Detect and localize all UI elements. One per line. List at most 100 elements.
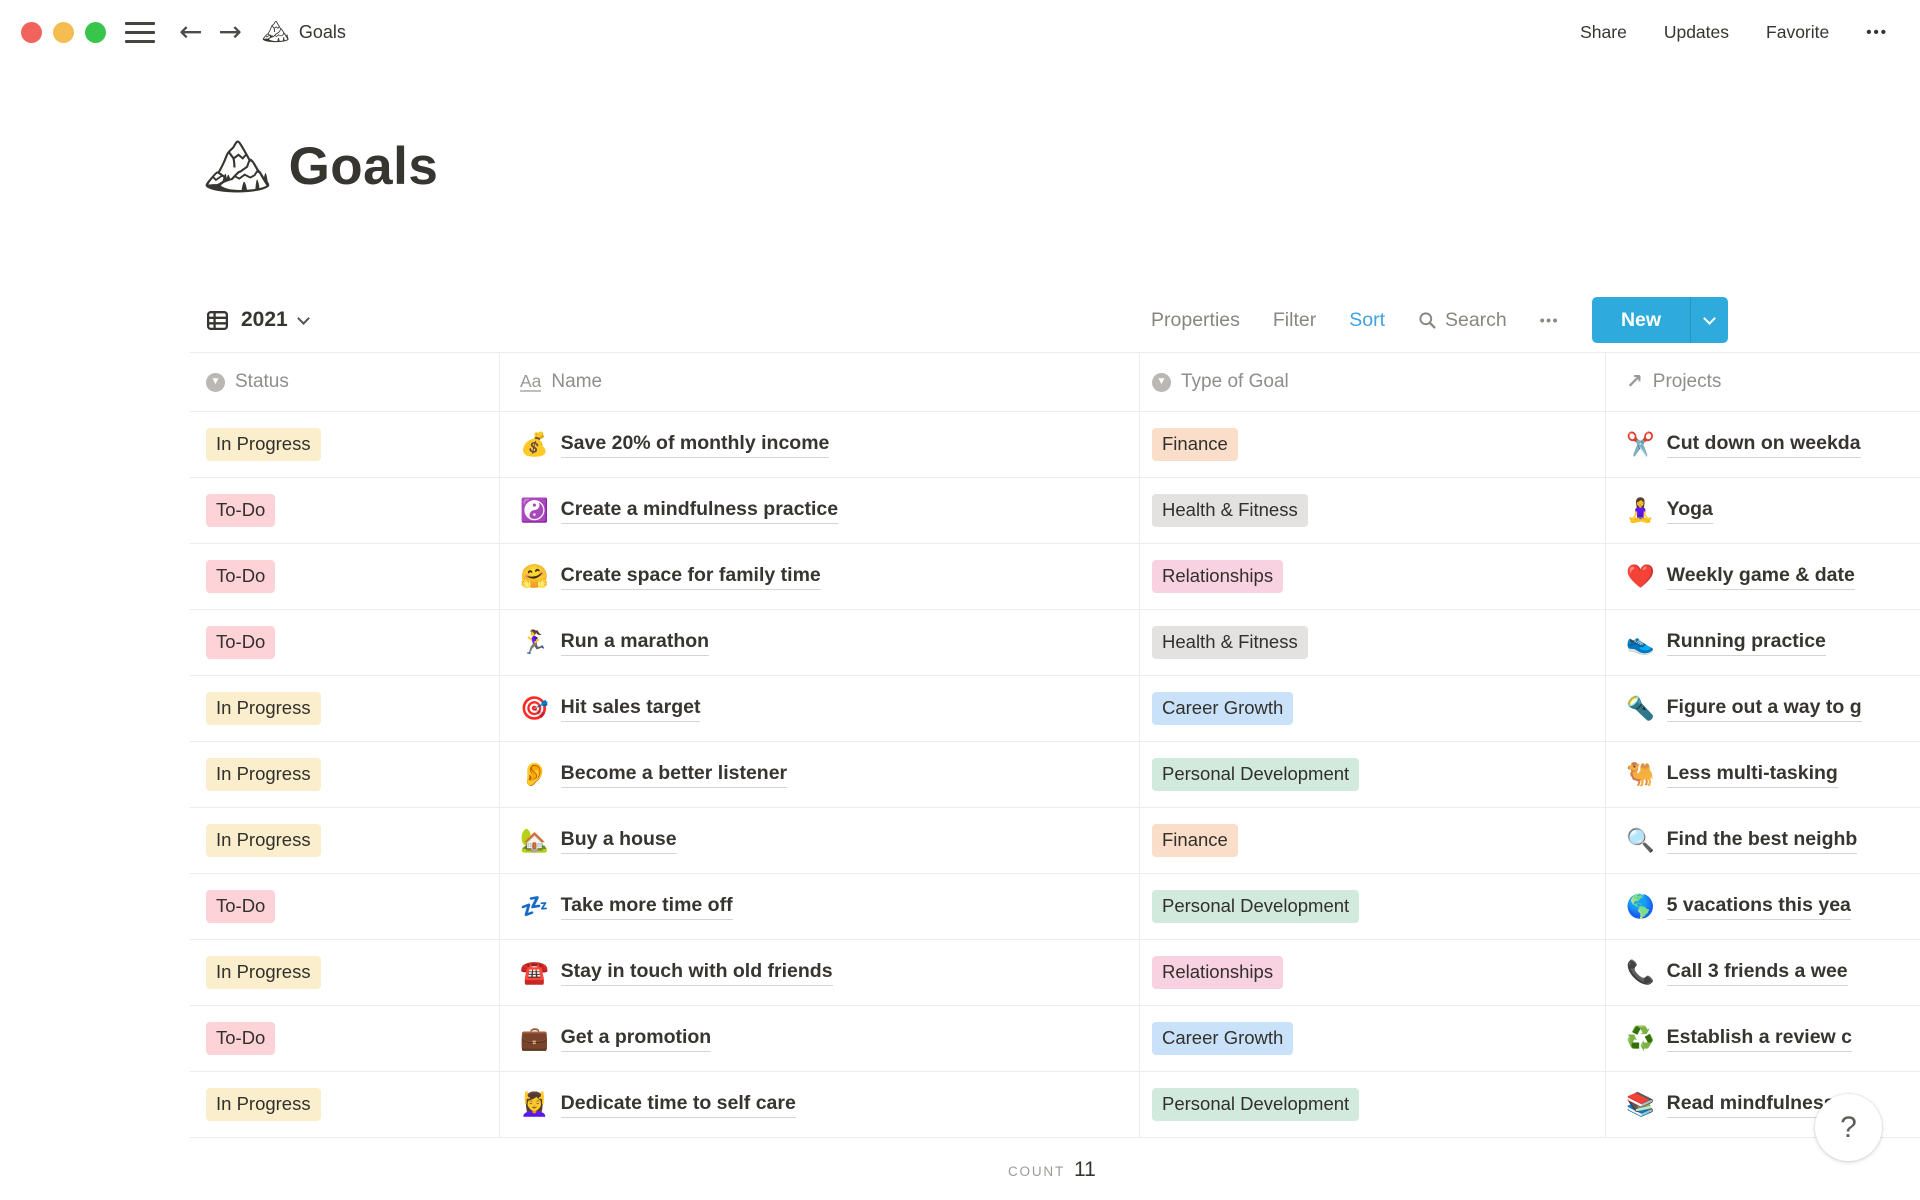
more-options-icon[interactable]: ••• — [1866, 24, 1888, 41]
name-cell[interactable]: 🎯 Hit sales target — [500, 676, 1140, 741]
properties-button[interactable]: Properties — [1151, 309, 1240, 332]
projects-cell[interactable]: ♻️ Establish a review c — [1606, 1006, 1920, 1071]
goal-page-link[interactable]: Take more time off — [560, 894, 733, 920]
project-page-link[interactable]: Figure out a way to g — [1666, 696, 1862, 722]
type-of-goal-cell[interactable]: Health & Fitness — [1140, 478, 1606, 543]
goal-page-link[interactable]: Buy a house — [560, 828, 677, 854]
status-cell[interactable]: To-Do — [190, 478, 500, 543]
forward-arrow-icon[interactable]: → — [218, 18, 241, 46]
view-switcher[interactable]: 2021 — [205, 308, 310, 333]
type-of-goal-badge: Personal Development — [1152, 757, 1360, 792]
column-header-status[interactable]: ▼ Status — [190, 353, 500, 411]
project-page-link[interactable]: Weekly game & date — [1666, 564, 1855, 590]
table-row: To-Do 💼 Get a promotion Career Growth ♻️ Esta… — [190, 1006, 1920, 1072]
goal-page-link[interactable]: Stay in touch with old friends — [560, 960, 833, 986]
share-button[interactable]: Share — [1580, 22, 1627, 43]
minimize-window-button[interactable] — [53, 21, 74, 43]
project-page-link[interactable]: Establish a review c — [1666, 1026, 1852, 1052]
name-cell[interactable]: 🏃‍♀️ Run a marathon — [500, 610, 1140, 675]
projects-cell[interactable]: ✂️ Cut down on weekda — [1606, 412, 1920, 477]
favorite-button[interactable]: Favorite — [1766, 22, 1829, 43]
status-cell[interactable]: To-Do — [190, 544, 500, 609]
type-of-goal-cell[interactable]: Personal Development — [1140, 874, 1606, 939]
status-cell[interactable]: In Progress — [190, 676, 500, 741]
project-page-link[interactable]: Less multi-tasking — [1666, 762, 1838, 788]
goal-page-link[interactable]: Hit sales target — [560, 696, 701, 722]
name-cell[interactable]: 💤 Take more time off — [500, 874, 1140, 939]
new-button[interactable]: New — [1592, 297, 1728, 343]
status-cell[interactable]: In Progress — [190, 1072, 500, 1137]
project-page-link[interactable]: Yoga — [1666, 498, 1713, 524]
type-of-goal-cell[interactable]: Personal Development — [1140, 1072, 1606, 1137]
projects-cell[interactable]: 🧘‍♀️ Yoga — [1606, 478, 1920, 543]
table-row: In Progress ☎️ Stay in touch with old frie… — [190, 940, 1920, 1006]
sort-button[interactable]: Sort — [1349, 309, 1385, 332]
type-of-goal-cell[interactable]: Career Growth — [1140, 1006, 1606, 1071]
goal-page-link[interactable]: Create space for family time — [560, 564, 821, 590]
status-cell[interactable]: In Progress — [190, 412, 500, 477]
project-page-link[interactable]: Call 3 friends a wee — [1666, 960, 1848, 986]
column-header-type-of-goal[interactable]: ▼ Type of Goal — [1140, 353, 1606, 411]
name-cell[interactable]: 💰 Save 20% of monthly income — [500, 412, 1140, 477]
type-of-goal-cell[interactable]: Health & Fitness — [1140, 610, 1606, 675]
page-title[interactable]: Goals — [289, 136, 439, 197]
zoom-window-button[interactable] — [85, 21, 106, 43]
column-header-projects[interactable]: ↗ Projects — [1606, 353, 1920, 411]
goal-page-link[interactable]: Save 20% of monthly income — [560, 432, 830, 458]
search-button[interactable]: Search — [1418, 309, 1507, 332]
status-cell[interactable]: To-Do — [190, 874, 500, 939]
view-more-options-icon[interactable]: ••• — [1540, 312, 1559, 328]
type-of-goal-cell[interactable]: Finance — [1140, 808, 1606, 873]
column-header-name[interactable]: Aa Name — [500, 353, 1140, 411]
name-cell[interactable]: 💼 Get a promotion — [500, 1006, 1140, 1071]
updates-button[interactable]: Updates — [1664, 22, 1729, 43]
table-row: In Progress 💰 Save 20% of monthly income Fi… — [190, 412, 1920, 478]
type-of-goal-cell[interactable]: Finance — [1140, 412, 1606, 477]
goal-emoji-icon: 💤 — [520, 893, 549, 919]
project-page-link[interactable]: 5 vacations this yea — [1666, 894, 1851, 920]
projects-cell[interactable]: 🐫 Less multi-tasking — [1606, 742, 1920, 807]
type-of-goal-cell[interactable]: Career Growth — [1140, 676, 1606, 741]
goal-page-link[interactable]: Get a promotion — [560, 1026, 712, 1052]
filter-button[interactable]: Filter — [1273, 309, 1316, 332]
projects-cell[interactable]: 🌎 5 vacations this yea — [1606, 874, 1920, 939]
type-of-goal-cell[interactable]: Relationships — [1140, 544, 1606, 609]
project-page-link[interactable]: Find the best neighb — [1666, 828, 1858, 854]
goal-page-link[interactable]: Dedicate time to self care — [560, 1092, 796, 1118]
goal-emoji-icon: 🎯 — [520, 695, 549, 721]
new-button-label[interactable]: New — [1592, 297, 1690, 343]
status-cell[interactable]: In Progress — [190, 940, 500, 1005]
status-cell[interactable]: To-Do — [190, 610, 500, 675]
row-count[interactable]: COUNT 11 — [1008, 1158, 1096, 1182]
name-cell[interactable]: 👂 Become a better listener — [500, 742, 1140, 807]
type-of-goal-cell[interactable]: Relationships — [1140, 940, 1606, 1005]
type-of-goal-cell[interactable]: Personal Development — [1140, 742, 1606, 807]
name-cell[interactable]: ☯️ Create a mindfulness practice — [500, 478, 1140, 543]
goal-page-link[interactable]: Create a mindfulness practice — [560, 498, 839, 524]
table-row: To-Do 🤗 Create space for family time Relati… — [190, 544, 1920, 610]
projects-cell[interactable]: 📞 Call 3 friends a wee — [1606, 940, 1920, 1005]
name-cell[interactable]: 🏡 Buy a house — [500, 808, 1140, 873]
new-dropdown-chevron-icon[interactable] — [1690, 297, 1728, 343]
name-cell[interactable]: 🤗 Create space for family time — [500, 544, 1140, 609]
name-cell[interactable]: 💆‍♀️ Dedicate time to self care — [500, 1072, 1140, 1137]
project-page-link[interactable]: Cut down on weekda — [1666, 432, 1861, 458]
projects-cell[interactable]: 👟 Running practice — [1606, 610, 1920, 675]
project-page-link[interactable]: Running practice — [1666, 630, 1826, 656]
projects-cell[interactable]: ❤️ Weekly game & date — [1606, 544, 1920, 609]
status-cell[interactable]: In Progress — [190, 808, 500, 873]
name-cell[interactable]: ☎️ Stay in touch with old friends — [500, 940, 1140, 1005]
goal-page-link[interactable]: Run a marathon — [560, 630, 710, 656]
status-cell[interactable]: In Progress — [190, 742, 500, 807]
goal-page-link[interactable]: Become a better listener — [560, 762, 788, 788]
projects-cell[interactable]: 🔦 Figure out a way to g — [1606, 676, 1920, 741]
help-button[interactable]: ? — [1815, 1094, 1882, 1161]
sidebar-menu-icon[interactable] — [125, 21, 155, 43]
goal-emoji-icon: 👂 — [520, 761, 549, 787]
close-window-button[interactable] — [21, 21, 42, 43]
status-cell[interactable]: To-Do — [190, 1006, 500, 1071]
projects-cell[interactable]: 🔍 Find the best neighb — [1606, 808, 1920, 873]
project-emoji-icon: 🔦 — [1626, 695, 1655, 721]
table-header-row: ▼ Status Aa Name ▼ Type of Goal ↗ Projec… — [190, 352, 1920, 412]
back-arrow-icon[interactable]: ← — [179, 18, 202, 46]
